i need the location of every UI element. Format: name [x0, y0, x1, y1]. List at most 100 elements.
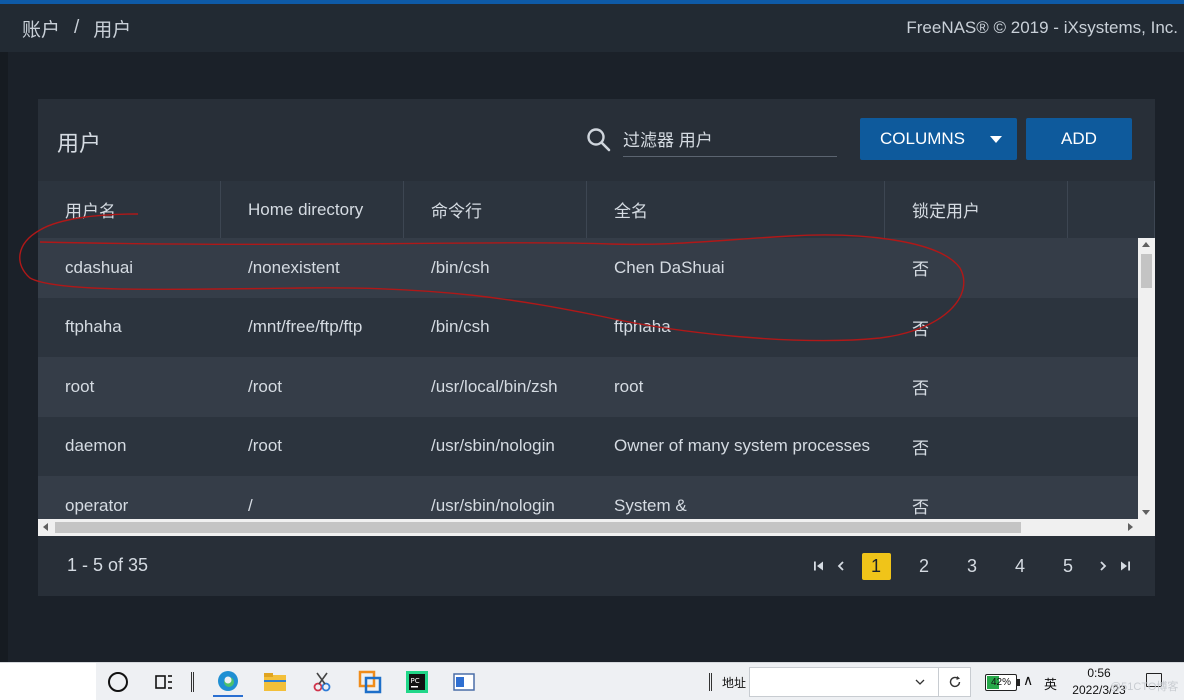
breadcrumb-separator: / [74, 17, 80, 38]
cell-home: /root [248, 376, 283, 396]
users-card: 用户 COLUMNS ADD 用户名 Home directory 命令行 全名… [38, 99, 1155, 596]
svg-text:PC: PC [411, 677, 420, 685]
page-2-button[interactable]: 2 [900, 552, 948, 580]
cell-home: /root [248, 436, 283, 456]
cell-shell: /bin/csh [431, 257, 490, 277]
address-label: 地址 [722, 676, 747, 690]
breadcrumb-users: 用户 [93, 19, 132, 41]
address-bar [749, 667, 971, 697]
toolbar-divider [709, 673, 712, 691]
last-page-icon[interactable] [1114, 552, 1136, 580]
cell-locked: 否 [912, 498, 929, 518]
pycharm-icon[interactable]: PC [402, 667, 432, 697]
cell-fullname: Owner of many system processes [614, 436, 871, 456]
cortana-icon[interactable] [108, 672, 128, 692]
column-header-locked[interactable]: 锁定用户 [885, 181, 1068, 238]
column-header-home-directory[interactable]: Home directory [221, 181, 404, 238]
cell-username: daemon [65, 436, 127, 456]
battery-icon[interactable]: 42% [985, 674, 1020, 691]
column-header-shell[interactable]: 命令行 [404, 181, 587, 238]
taskbar-divider [191, 672, 194, 692]
breadcrumb-accounts[interactable]: 账户 [22, 15, 60, 42]
cell-home: /mnt/free/ftp/ftp [248, 317, 363, 337]
refresh-icon [949, 676, 960, 688]
cell-shell: /usr/sbin/nologin [431, 436, 555, 456]
search-field [623, 127, 837, 157]
cell-locked: 否 [912, 319, 929, 339]
previous-page-icon[interactable] [830, 552, 852, 580]
cell-locked: 否 [912, 379, 929, 399]
window-app-icon[interactable] [449, 667, 479, 697]
page-1-button[interactable]: 1 [852, 552, 900, 580]
cell-fullname: root [614, 376, 644, 396]
scroll-left-arrow-icon[interactable] [43, 523, 48, 531]
cell-fullname: Chen DaShuai [614, 257, 725, 277]
taskbar: PC 地址 42% ∧ 英 0:56 2022/3/23 [0, 662, 1184, 700]
edge-browser-icon[interactable] [213, 667, 243, 697]
cell-shell: /usr/sbin/nologin [431, 495, 555, 515]
address-input[interactable] [750, 668, 920, 696]
cell-locked: 否 [912, 438, 929, 458]
file-explorer-icon[interactable] [260, 667, 290, 697]
taskbar-search-box[interactable] [0, 663, 96, 700]
scroll-down-arrow-icon[interactable] [1142, 510, 1150, 515]
copyright-text: FreeNAS® © 2019 - iXsystems, Inc. [906, 18, 1178, 37]
caret-down-icon [990, 136, 1002, 143]
battery-nub [1017, 679, 1020, 686]
cell-username: ftphaha [65, 317, 122, 337]
vmware-icon[interactable] [355, 667, 385, 697]
input-method-indicator[interactable]: 英 [1044, 674, 1057, 693]
task-view-icon[interactable] [154, 672, 174, 692]
column-header-full-name[interactable]: 全名 [587, 181, 885, 238]
refresh-button[interactable] [938, 668, 970, 696]
columns-button[interactable]: COLUMNS [860, 118, 1017, 160]
cell-username: root [65, 376, 95, 396]
table-footer: 1 - 5 of 35 1 2 3 4 5 [38, 536, 1155, 596]
battery-percent: 42% [990, 677, 1011, 688]
horizontal-scrollbar[interactable] [38, 519, 1138, 536]
search-icon [587, 128, 611, 152]
snipping-tool-icon[interactable] [307, 667, 337, 697]
vertical-scroll-thumb[interactable] [1141, 254, 1152, 288]
scroll-up-arrow-icon[interactable] [1142, 242, 1150, 247]
column-header-username[interactable]: 用户名 [38, 181, 221, 238]
page-4-button[interactable]: 4 [996, 552, 1044, 580]
cell-fullname: System & [614, 495, 687, 515]
search-input[interactable] [623, 127, 837, 155]
card-title: 用户 [57, 131, 102, 156]
breadcrumb: 账户 / 用户 [22, 15, 131, 42]
table-row[interactable]: root /root /usr/local/bin/zsh root 否 [38, 357, 1138, 417]
table-row[interactable]: ftphaha /mnt/free/ftp/ftp /bin/csh ftpha… [38, 297, 1138, 357]
scroll-right-arrow-icon[interactable] [1128, 523, 1133, 531]
cell-shell: /usr/local/bin/zsh [431, 376, 558, 396]
page-5-button[interactable]: 5 [1044, 552, 1092, 580]
table-row[interactable]: cdashuai /nonexistent /bin/csh Chen DaSh… [38, 238, 1138, 298]
add-button[interactable]: ADD [1026, 118, 1132, 160]
next-page-icon[interactable] [1092, 552, 1114, 580]
top-header: 账户 / 用户 FreeNAS® © 2019 - iXsystems, Inc… [0, 4, 1184, 52]
cell-username: cdashuai [65, 257, 134, 277]
page-1-label: 1 [861, 552, 891, 580]
horizontal-scroll-thumb[interactable] [55, 522, 1021, 533]
chevron-down-icon[interactable] [915, 678, 925, 686]
sidebar-edge [0, 52, 8, 662]
chevron-up-icon[interactable]: ∧ [1023, 672, 1033, 689]
cell-locked: 否 [912, 260, 929, 280]
vertical-scrollbar[interactable] [1138, 238, 1155, 519]
pagination-range: 1 - 5 of 35 [67, 555, 149, 575]
first-page-icon[interactable] [808, 552, 830, 580]
scrollbar-corner [1138, 519, 1155, 536]
table-row[interactable]: operator / /usr/sbin/nologin System & 否 [38, 476, 1138, 519]
cell-home: / [248, 495, 253, 515]
cell-fullname: ftphaha [614, 317, 671, 337]
table-header: 用户名 Home directory 命令行 全名 锁定用户 [38, 181, 1155, 238]
table-row[interactable]: daemon /root /usr/sbin/nologin Owner of … [38, 416, 1138, 476]
card-toolbar: 用户 COLUMNS ADD [38, 99, 1155, 181]
column-header-empty [1068, 181, 1155, 238]
add-button-label: ADD [1061, 129, 1097, 148]
cell-home: /nonexistent [248, 257, 340, 277]
page-3-button[interactable]: 3 [948, 552, 996, 580]
table-body: cdashuai /nonexistent /bin/csh Chen DaSh… [38, 238, 1138, 519]
pagination: 1 2 3 4 5 [808, 551, 1136, 581]
cell-shell: /bin/csh [431, 317, 490, 337]
